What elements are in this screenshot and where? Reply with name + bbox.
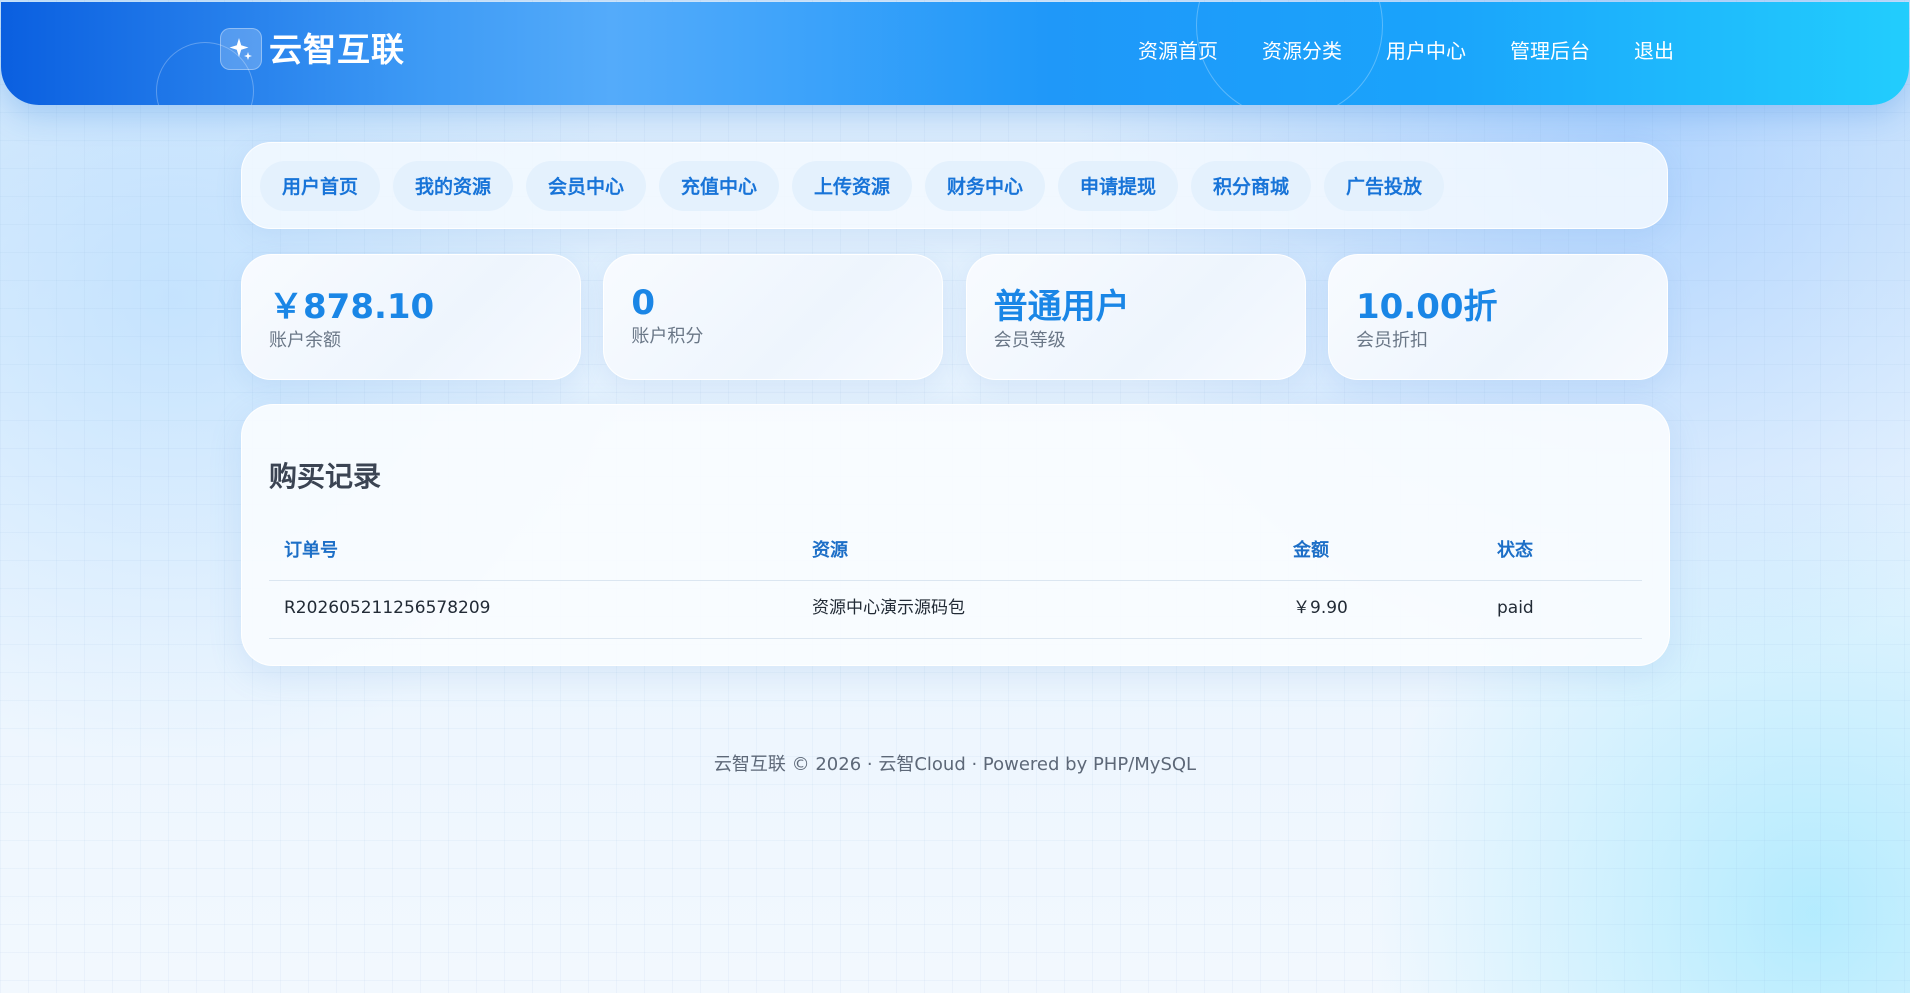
stat-card-member-level: 普通用户 会员等级	[965, 254, 1306, 380]
stat-card-points: 0 账户积分	[603, 254, 944, 380]
subnav-finance-center[interactable]: 财务中心	[925, 160, 1045, 211]
nav-logout[interactable]: 退出	[1634, 36, 1674, 66]
main-nav: 资源首页 资源分类 用户中心 管理后台 退出	[1138, 36, 1674, 66]
stat-value: 10.00折	[1355, 287, 1498, 327]
subnav-points-mall[interactable]: 积分商城	[1191, 160, 1311, 211]
section-title: 购买记录	[269, 460, 382, 493]
subnav-user-home[interactable]: 用户首页	[260, 160, 380, 211]
column-header-status: 状态	[1497, 540, 1533, 561]
subnav-my-resources[interactable]: 我的资源	[393, 160, 513, 211]
stat-label: 账户余额	[269, 330, 341, 351]
status-cell: paid	[1497, 598, 1534, 618]
stat-value: ￥878.10	[269, 287, 435, 327]
order-number-cell: R202605211256578209	[284, 598, 491, 618]
column-header-order-no: 订单号	[284, 540, 338, 561]
stat-label: 会员等级	[993, 330, 1066, 351]
subnav-member-center[interactable]: 会员中心	[526, 160, 646, 211]
brand-name[interactable]: 云智互联	[269, 28, 405, 72]
purchase-records-table: 订单号 资源 金额 状态 R202605211256578209 资源中心演示源…	[269, 523, 1642, 639]
stat-value: 0	[631, 283, 655, 323]
stat-card-balance: ￥878.10 账户余额	[241, 254, 581, 380]
top-header: 云智互联 资源首页 资源分类 用户中心 管理后台 退出	[1, 2, 1909, 105]
column-header-amount: 金额	[1293, 540, 1329, 561]
subnav-ad-placement[interactable]: 广告投放	[1324, 160, 1444, 211]
resource-name-cell: 资源中心演示源码包	[812, 598, 965, 618]
nav-admin-panel[interactable]: 管理后台	[1510, 36, 1590, 66]
logo-sparkle-icon[interactable]	[220, 28, 262, 70]
subnav-upload-resource[interactable]: 上传资源	[792, 160, 912, 211]
amount-cell: ￥9.90	[1293, 598, 1348, 618]
nav-resource-home[interactable]: 资源首页	[1138, 36, 1218, 66]
column-header-resource: 资源	[812, 540, 848, 561]
table-row: R202605211256578209 资源中心演示源码包 ￥9.90 paid	[269, 581, 1642, 639]
stat-label: 会员折扣	[1355, 330, 1428, 351]
subnav-withdraw-request[interactable]: 申请提现	[1058, 160, 1178, 211]
user-subnav: 用户首页 我的资源 会员中心 充值中心 上传资源 财务中心 申请提现 积分商城 …	[241, 142, 1668, 229]
stat-card-discount: 10.00折 会员折扣	[1327, 254, 1668, 380]
nav-resource-categories[interactable]: 资源分类	[1262, 36, 1342, 66]
stat-value: 普通用户	[993, 287, 1130, 327]
purchase-records-card: 购买记录 订单号 资源 金额 状态 R202605211256578209 资源…	[241, 404, 1670, 666]
stat-label: 账户积分	[631, 326, 704, 347]
nav-user-center[interactable]: 用户中心	[1386, 36, 1466, 66]
subnav-recharge-center[interactable]: 充值中心	[659, 160, 779, 211]
page-footer: 云智互联 © 2026 · 云智Cloud · Powered by PHP/M…	[713, 754, 1197, 775]
table-header-row: 订单号 资源 金额 状态	[269, 523, 1642, 581]
stats-row: ￥878.10 账户余额 0 账户积分 普通用户 会员等级 10.00折 会员折…	[241, 254, 1668, 380]
